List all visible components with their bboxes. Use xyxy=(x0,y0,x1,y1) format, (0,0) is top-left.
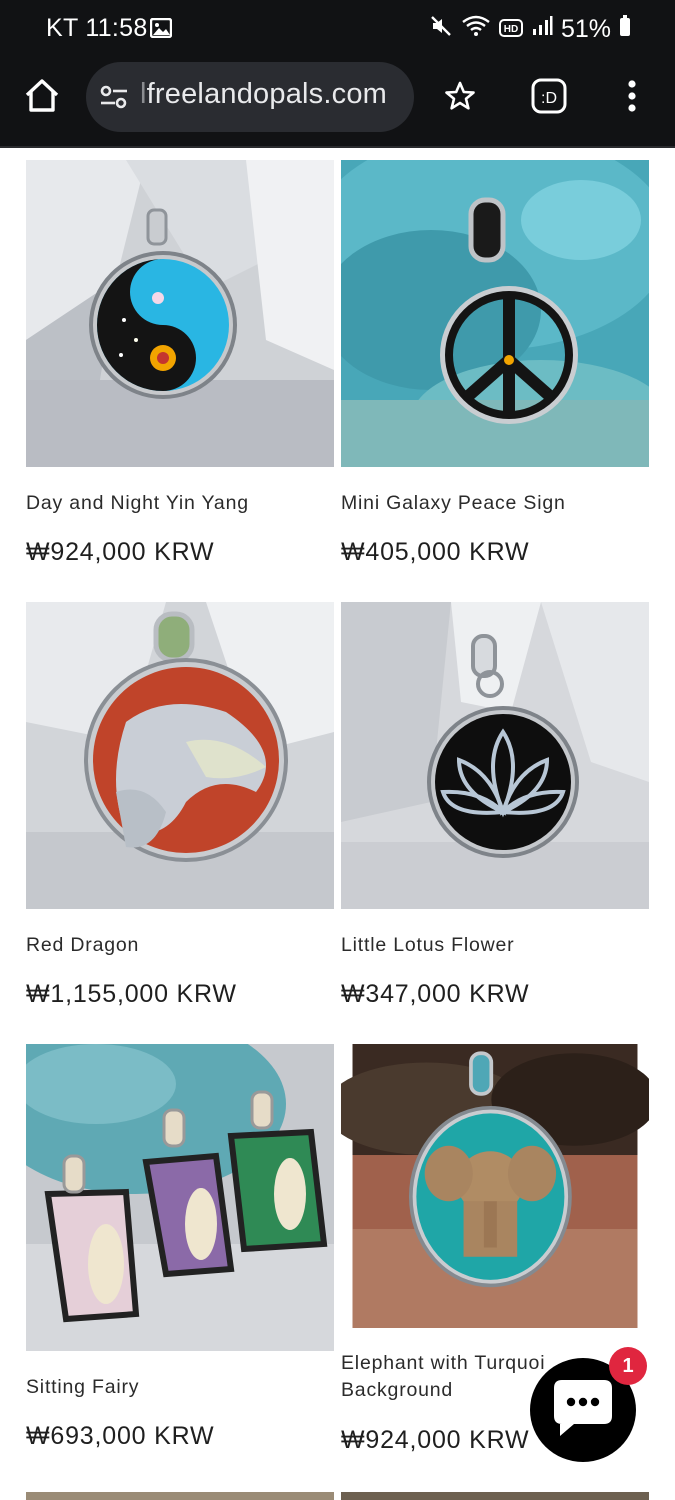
status-time: KT 11:58 xyxy=(46,14,148,42)
product-name[interactable]: Elephant with Turquoi Background xyxy=(341,1350,545,1404)
product-name[interactable]: Little Lotus Flower xyxy=(341,932,514,959)
product-card[interactable]: Mini Galaxy Peace Sign ₩405,000 KRW xyxy=(341,160,649,566)
product-name[interactable]: Mini Galaxy Peace Sign xyxy=(341,490,566,517)
product-image[interactable] xyxy=(341,602,649,909)
extension-icon[interactable]: :D xyxy=(531,78,567,119)
signal-icon xyxy=(531,15,553,44)
wifi-icon xyxy=(461,15,491,44)
status-bar: KT 11:58 HD 51% xyxy=(0,0,675,58)
product-card[interactable]: Little Lotus Flower ₩347,000 KRW xyxy=(341,602,649,1008)
product-price: ₩924,000 KRW xyxy=(341,1426,530,1454)
product-name[interactable]: Sitting Fairy xyxy=(26,1374,139,1401)
site-settings-icon[interactable] xyxy=(99,84,129,115)
product-price: ₩924,000 KRW xyxy=(26,538,215,566)
mute-icon xyxy=(429,14,453,45)
url-text[interactable]: lfreelandopals.com xyxy=(140,78,387,111)
product-image[interactable] xyxy=(26,160,334,467)
product-card[interactable]: Day and Night Yin Yang ₩924,000 KRW xyxy=(26,160,334,566)
more-icon[interactable] xyxy=(620,78,644,119)
product-price: ₩347,000 KRW xyxy=(341,980,530,1008)
hd-icon: HD xyxy=(498,15,523,44)
star-icon[interactable] xyxy=(444,80,476,117)
product-price: ₩405,000 KRW xyxy=(341,538,530,566)
product-image[interactable] xyxy=(26,602,334,909)
product-card[interactable]: Elephant with Turquoi Background ₩924,00… xyxy=(341,1044,649,1454)
product-grid: Day and Night Yin Yang ₩924,000 KRW Mini… xyxy=(0,148,675,1500)
product-card[interactable]: Sitting Fairy ₩693,000 KRW xyxy=(26,1044,334,1450)
product-name[interactable]: Day and Night Yin Yang xyxy=(26,490,249,517)
product-image[interactable] xyxy=(26,1044,334,1351)
product-card[interactable]: Red Dragon ₩1,155,000 KRW xyxy=(26,602,334,1008)
product-image[interactable] xyxy=(341,160,649,467)
product-image[interactable] xyxy=(341,1044,649,1328)
svg-text::D: :D xyxy=(541,90,557,107)
home-icon[interactable] xyxy=(22,76,62,121)
battery-icon xyxy=(619,15,631,44)
gallery-icon xyxy=(149,17,173,43)
battery-text: 51% xyxy=(560,15,611,43)
chat-unread-badge: 1 xyxy=(609,1347,647,1385)
browser-toolbar: lfreelandopals.com :D xyxy=(0,58,675,148)
product-price: ₩1,155,000 KRW xyxy=(26,980,237,1008)
address-bar[interactable]: lfreelandopals.com xyxy=(86,62,414,132)
svg-text:HD: HD xyxy=(504,24,518,35)
product-name[interactable]: Red Dragon xyxy=(26,932,139,959)
status-right: HD 51% xyxy=(429,14,631,45)
product-price: ₩693,000 KRW xyxy=(26,1422,215,1450)
product-image-peek xyxy=(341,1492,649,1500)
product-image-peek xyxy=(26,1492,334,1500)
